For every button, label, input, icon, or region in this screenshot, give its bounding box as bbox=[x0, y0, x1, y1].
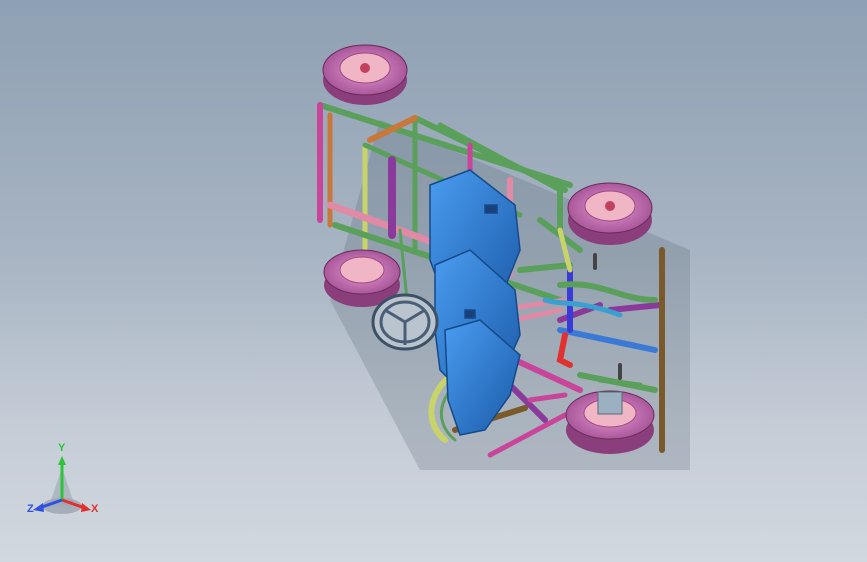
tire-front-left[interactable] bbox=[322, 44, 408, 105]
tire-rear-left[interactable] bbox=[567, 182, 653, 245]
steering-wheel[interactable] bbox=[371, 293, 439, 351]
triad-z-label: Z bbox=[27, 503, 34, 515]
tire-rear-right[interactable] bbox=[565, 390, 655, 454]
triad-y-label: Y bbox=[58, 442, 66, 454]
triad-x-label: X bbox=[91, 503, 99, 515]
view-orientation-triad[interactable]: Y X Z bbox=[25, 442, 105, 523]
model-canvas[interactable] bbox=[0, 0, 867, 562]
cad-3d-viewport[interactable] bbox=[0, 0, 867, 562]
